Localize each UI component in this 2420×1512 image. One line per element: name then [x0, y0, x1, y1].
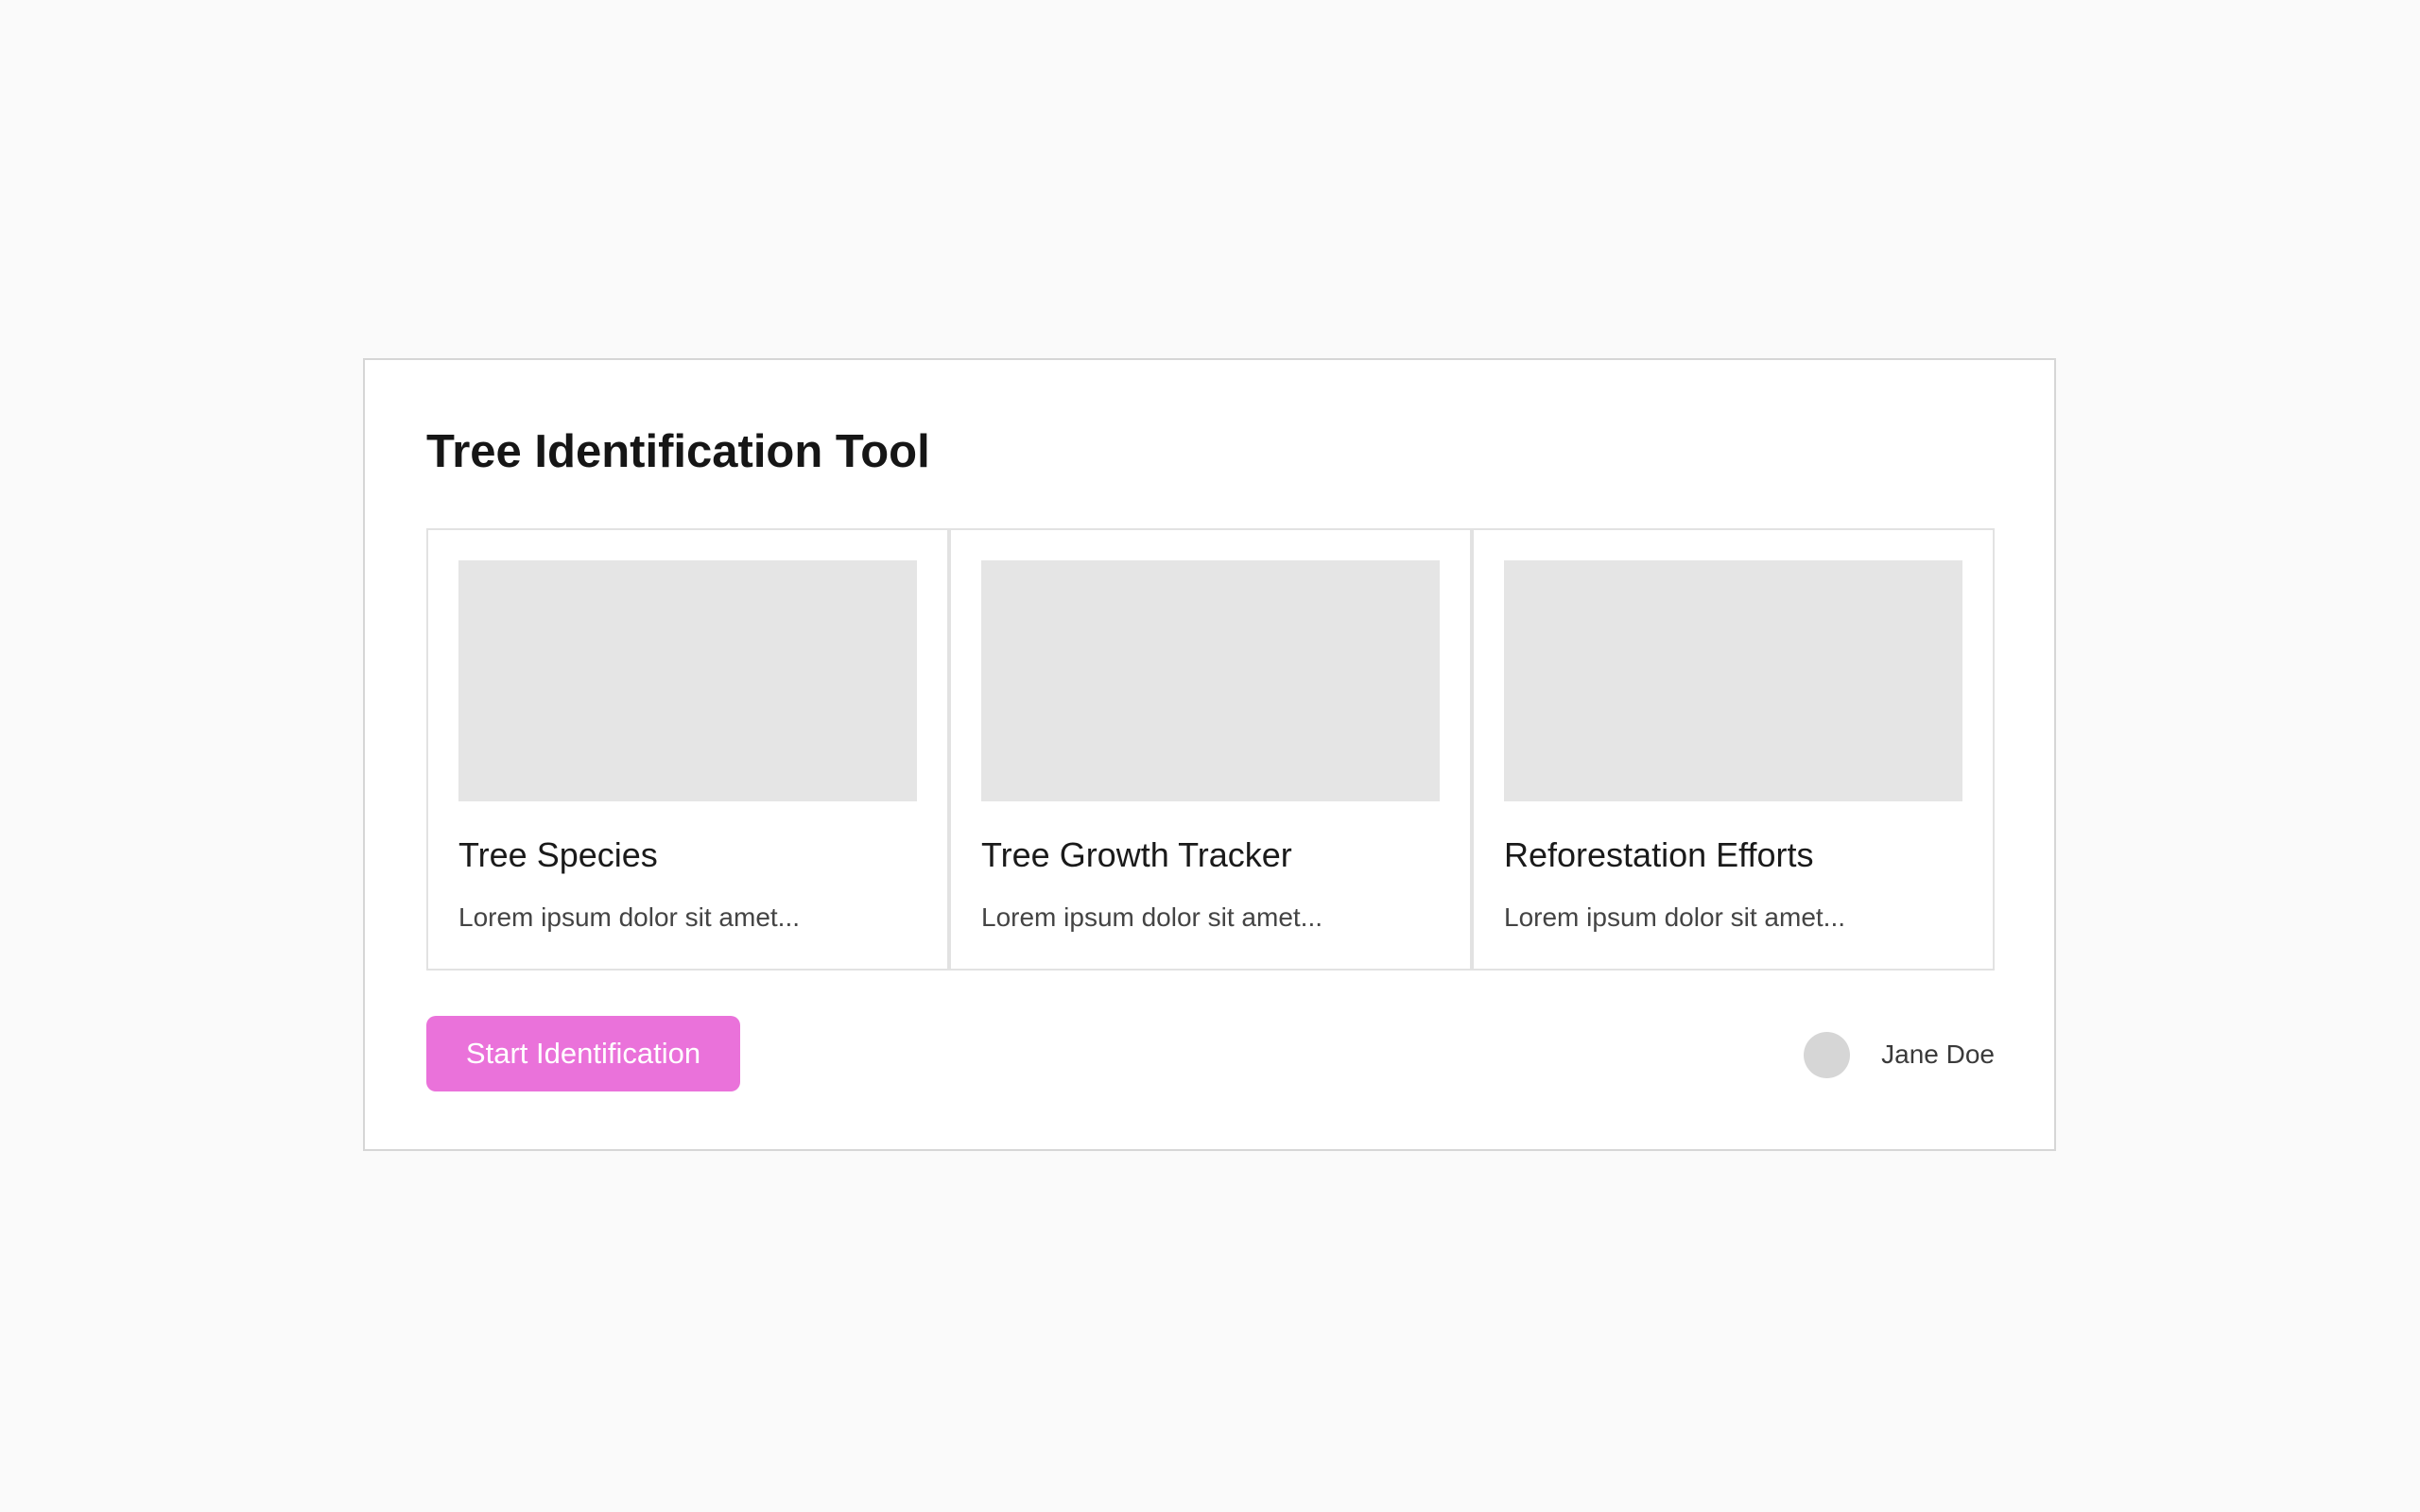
card-image-placeholder — [981, 560, 1440, 801]
card-tree-species[interactable]: Tree Species Lorem ipsum dolor sit amet.… — [426, 528, 949, 971]
user-name: Jane Doe — [1881, 1040, 1995, 1069]
card-image-placeholder — [1504, 560, 1962, 801]
card-image-placeholder — [458, 560, 917, 801]
card-title: Reforestation Efforts — [1504, 835, 1814, 874]
card-description: Lorem ipsum dolor sit amet... — [458, 902, 801, 932]
card-title: Tree Growth Tracker — [981, 835, 1292, 874]
tool-panel: Tree Identification Tool Tree Species Lo… — [363, 358, 2056, 1151]
user-profile[interactable]: Jane Doe — [1804, 1031, 1995, 1078]
card-title: Tree Species — [458, 835, 658, 874]
page-title: Tree Identification Tool — [426, 426, 930, 477]
card-description: Lorem ipsum dolor sit amet... — [1504, 902, 1846, 932]
card-tree-growth-tracker[interactable]: Tree Growth Tracker Lorem ipsum dolor si… — [949, 528, 1472, 971]
avatar[interactable] — [1804, 1031, 1851, 1078]
card-reforestation-efforts[interactable]: Reforestation Efforts Lorem ipsum dolor … — [1472, 528, 1995, 971]
card-description: Lorem ipsum dolor sit amet... — [981, 902, 1323, 932]
start-identification-button[interactable]: Start Identification — [426, 1016, 740, 1091]
card-grid: Tree Species Lorem ipsum dolor sit amet.… — [426, 528, 1995, 971]
